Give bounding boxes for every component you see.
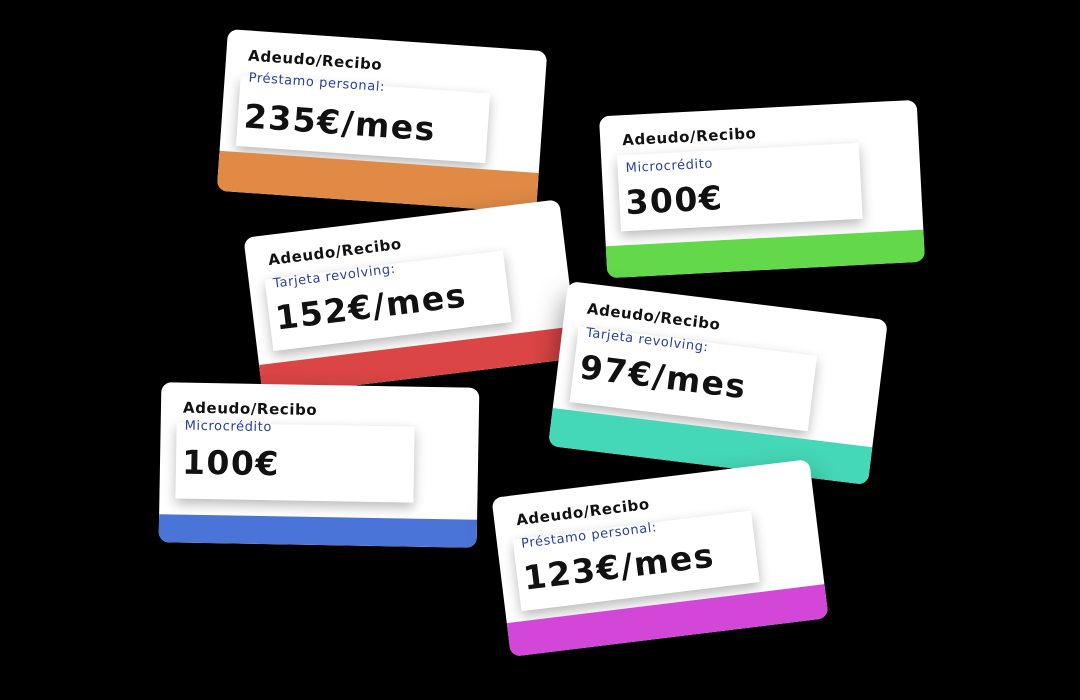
card-stripe (605, 229, 926, 279)
receipt-card-1: Adeudo/Recibo Préstamo personal: 235€/me… (216, 29, 548, 213)
card-amount: 100€ (181, 442, 281, 484)
receipt-card-2: Adeudo/Recibo Microcrédito 300€ (598, 99, 926, 279)
receipt-card-5: Adeudo/Recibo Microcrédito 100€ (158, 382, 480, 548)
card-stripe (216, 150, 539, 213)
card-amount: 300€ (624, 178, 725, 223)
card-title: Adeudo/Recibo (621, 124, 757, 150)
card-stripe (158, 514, 478, 548)
receipt-card-4: Adeudo/Recibo Tarjeta revolving: 97€/mes (548, 280, 888, 486)
card-title: Adeudo/Recibo (182, 398, 318, 419)
receipt-card-3: Adeudo/Recibo Tarjeta revolving: 152€/me… (243, 199, 579, 397)
receipt-card-6: Adeudo/Recibo Préstamo personal: 123€/me… (491, 459, 829, 657)
card-title: Adeudo/Recibo (247, 46, 383, 74)
card-type-label: Microcrédito (184, 418, 273, 436)
